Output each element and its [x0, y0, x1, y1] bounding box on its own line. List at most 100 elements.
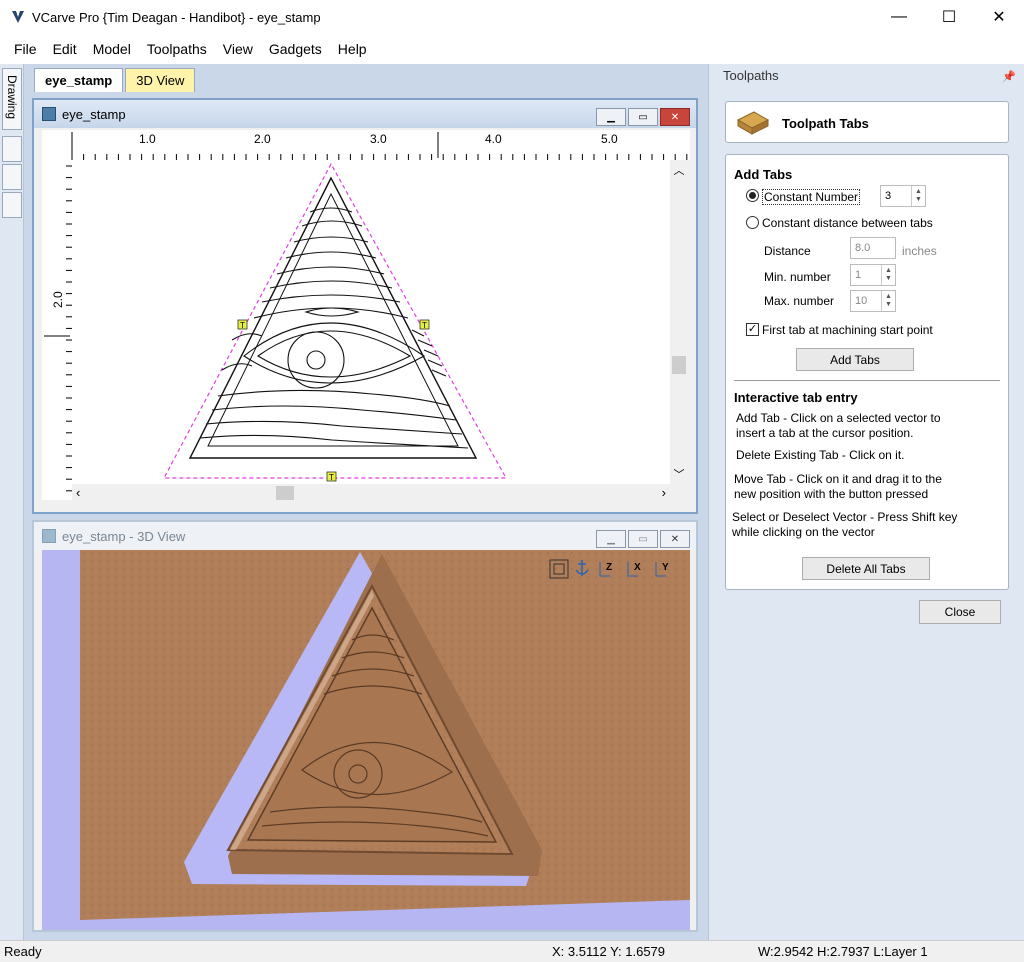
panel-header: Toolpaths: [723, 68, 779, 83]
select-vector-help-2: while clicking on the vector: [732, 525, 875, 539]
ruler-tick-label: 2.0: [51, 291, 65, 308]
tab-3d-view[interactable]: 3D View: [125, 68, 196, 92]
select-vector-help-1: Select or Deselect Vector - Press Shift …: [732, 510, 958, 524]
cursor-coordinates: X: 3.5112 Y: 1.6579: [552, 944, 666, 959]
tab-eye-stamp[interactable]: eye_stamp: [34, 68, 124, 92]
ruler-tick-label: 4.0: [485, 132, 502, 146]
constant-number-value: 3: [885, 190, 892, 202]
view-2d-minimize[interactable]: ▁: [596, 108, 626, 126]
tabs-settings-box: Add Tabs Constant Number 3 ▲ ▼ Constant d…: [725, 154, 1009, 590]
move-tab-help-1: Move Tab - Click on it and drag it to th…: [734, 472, 942, 486]
constant-number-label[interactable]: Constant Number: [762, 189, 861, 205]
side-tab-3[interactable]: [2, 164, 22, 190]
add-tab-help-2: insert a tab at the cursor position.: [736, 426, 914, 440]
stepper-arrows-icon[interactable]: ▲ ▼: [881, 265, 895, 285]
max-number-stepper[interactable]: 10 ▲ ▼: [850, 290, 896, 312]
menu-help[interactable]: Help: [330, 41, 375, 57]
distance-value: 8.0: [855, 242, 871, 254]
selection-dimensions: W:2.9542 H:2.7937 L:Layer 1: [758, 944, 928, 959]
constant-number-stepper[interactable]: 3 ▲ ▼: [880, 185, 926, 207]
ruler-tick-label: 3.0: [370, 132, 387, 146]
stepper-arrows-icon[interactable]: ▲ ▼: [911, 186, 925, 206]
axis-label: Z: [606, 562, 612, 573]
minimize-button[interactable]: —: [874, 0, 924, 34]
menu-gadgets[interactable]: Gadgets: [261, 41, 330, 57]
scroll-down-icon[interactable]: ﹀: [670, 466, 688, 482]
delete-tab-help: Delete Existing Tab - Click on it.: [736, 448, 905, 462]
stepper-arrows-icon[interactable]: ▲ ▼: [881, 291, 895, 311]
toolpaths-panel: Toolpaths 📌 Toolpath Tabs Add Tabs Const…: [708, 64, 1024, 940]
add-tab-help-1: Add Tab - Click on a selected vector to: [736, 411, 941, 425]
menu-toolpaths[interactable]: Toolpaths: [139, 41, 215, 57]
distance-field[interactable]: 8.0: [850, 237, 896, 259]
max-number-value: 10: [855, 295, 868, 307]
triangle-outline[interactable]: [188, 176, 478, 459]
delete-all-tabs-button[interactable]: Delete All Tabs: [802, 557, 930, 580]
min-number-stepper[interactable]: 1 ▲ ▼: [850, 264, 896, 286]
panel-title: Toolpath Tabs: [782, 116, 869, 131]
status-ready: Ready: [4, 944, 42, 959]
ruler-tick-label: 5.0: [601, 132, 618, 146]
vertical-scrollbar[interactable]: ︿ ﹀: [670, 160, 688, 484]
maximize-button[interactable]: ☐: [924, 0, 974, 34]
horizontal-scroll-thumb[interactable]: [276, 486, 294, 500]
document-icon: [42, 529, 56, 543]
min-number-value: 1: [855, 269, 862, 281]
vcarve-logo-icon: [12, 11, 24, 23]
tab-marker-label: T: [240, 321, 245, 330]
constant-distance-radio[interactable]: [746, 216, 759, 229]
view-3d-restore[interactable]: ▭: [628, 530, 658, 548]
toolpath-tabs-icon: [736, 111, 770, 135]
distance-unit: inches: [902, 244, 937, 258]
close-window-button[interactable]: ✕: [974, 0, 1024, 34]
max-number-label: Max. number: [764, 294, 835, 308]
menu-edit[interactable]: Edit: [45, 41, 85, 57]
pin-icon[interactable]: 📌: [1002, 70, 1016, 83]
min-number-label: Min. number: [764, 270, 831, 284]
menu-model[interactable]: Model: [85, 41, 139, 57]
view-3d-window[interactable]: eye_stamp - 3D View ▁ ▭ ✕ Z X Y: [32, 520, 698, 932]
document-icon: [42, 107, 56, 121]
horizontal-scrollbar[interactable]: ‹ ›: [72, 484, 670, 502]
drawing-tab[interactable]: Drawing: [2, 68, 22, 130]
constant-distance-label[interactable]: Constant distance between tabs: [762, 216, 933, 230]
panel-title-box: Toolpath Tabs: [725, 101, 1009, 143]
status-bar: Ready X: 3.5112 Y: 1.6579 W:2.9542 H:2.7…: [0, 940, 1024, 962]
axis-label: Y: [662, 562, 669, 573]
view-3d-caption: eye_stamp - 3D View ▁ ▭ ✕: [34, 522, 696, 550]
left-ruler: 2.0: [42, 160, 72, 500]
add-tabs-button[interactable]: Add Tabs: [796, 348, 914, 371]
constant-number-radio[interactable]: [746, 189, 759, 202]
distance-label: Distance: [764, 244, 811, 258]
scroll-left-icon[interactable]: ‹: [76, 485, 80, 500]
view-3d-minimize[interactable]: ▁: [596, 530, 626, 548]
tab-marker-label: T: [422, 321, 427, 330]
divider: [734, 380, 1000, 381]
view-2d-window[interactable]: eye_stamp ▁ ▭ ✕ 1.0 2.0 3.0 4.0 5.0 2.0: [32, 98, 698, 514]
left-tab-strip: Drawing: [0, 64, 24, 940]
close-button[interactable]: Close: [919, 600, 1001, 624]
side-tab-4[interactable]: [2, 192, 22, 218]
vertical-scroll-thumb[interactable]: [672, 356, 686, 374]
view-3d-close[interactable]: ✕: [660, 530, 690, 548]
view-2d-close[interactable]: ✕: [660, 108, 690, 126]
3d-view-canvas[interactable]: Z X Y: [42, 550, 690, 930]
first-tab-checkbox[interactable]: ✓: [746, 323, 759, 336]
menu-bar: File Edit Model Toolpaths View Gadgets H…: [0, 34, 1024, 64]
axis-label: X: [634, 562, 641, 573]
document-tabs: eye_stamp 3D View: [34, 68, 196, 92]
menu-file[interactable]: File: [6, 41, 45, 57]
view-3d-title: eye_stamp - 3D View: [62, 528, 186, 544]
title-bar: VCarve Pro {Tim Deagan - Handibot} - eye…: [0, 0, 1024, 34]
add-tabs-heading: Add Tabs: [734, 167, 793, 182]
drawing-canvas[interactable]: T T T: [72, 160, 684, 484]
scroll-right-icon[interactable]: ›: [662, 485, 666, 500]
side-tab-2[interactable]: [2, 136, 22, 162]
ruler-tick-label: 2.0: [254, 132, 271, 146]
top-ruler: 1.0 2.0 3.0 4.0 5.0: [42, 130, 690, 160]
first-tab-label[interactable]: First tab at machining start point: [762, 323, 933, 337]
menu-view[interactable]: View: [215, 41, 261, 57]
view-2d-restore[interactable]: ▭: [628, 108, 658, 126]
scroll-up-icon[interactable]: ︿: [670, 162, 688, 178]
tab-marker-label: T: [329, 473, 334, 482]
